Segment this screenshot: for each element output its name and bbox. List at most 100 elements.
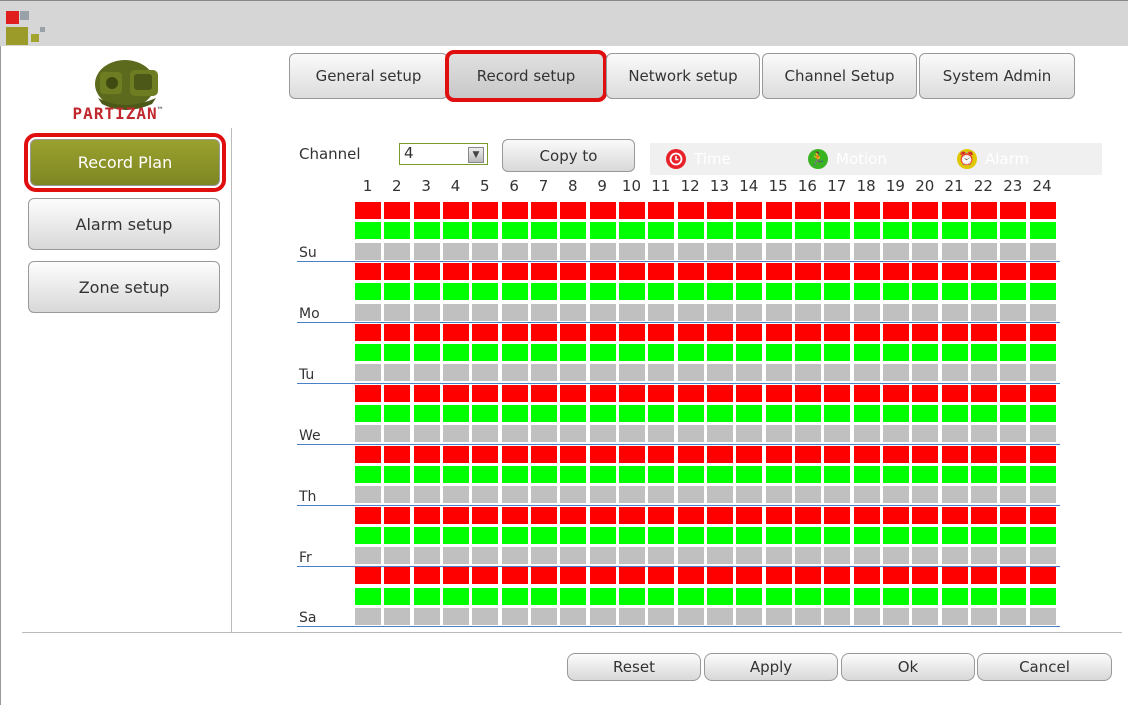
schedule-cell-time[interactable] <box>355 323 381 341</box>
schedule-cell-motion[interactable] <box>853 587 880 605</box>
schedule-cell-time[interactable] <box>589 202 616 219</box>
schedule-cell-time[interactable] <box>824 323 851 341</box>
schedule-cell-motion[interactable] <box>882 405 909 422</box>
schedule-cell-alarm[interactable] <box>794 608 821 625</box>
schedule-cell-alarm[interactable] <box>618 364 645 382</box>
schedule-cell-motion[interactable] <box>794 283 821 301</box>
schedule-cell-alarm[interactable] <box>413 547 440 565</box>
schedule-cell-alarm[interactable] <box>472 547 499 565</box>
schedule-cell-time[interactable] <box>794 384 821 402</box>
schedule-cell-motion[interactable] <box>589 283 616 301</box>
schedule-cell-motion[interactable] <box>355 587 381 605</box>
schedule-cell-motion[interactable] <box>384 465 411 483</box>
schedule-cell-time[interactable] <box>765 202 792 219</box>
schedule-cell-time[interactable] <box>472 323 499 341</box>
schedule-cell-alarm[interactable] <box>882 242 909 260</box>
channel-select[interactable]: 4 ▼ <box>399 143 488 165</box>
schedule-cell-time[interactable] <box>384 323 411 341</box>
schedule-cell-motion[interactable] <box>1029 526 1056 544</box>
schedule-cell-motion[interactable] <box>794 405 821 422</box>
schedule-cell-time[interactable] <box>1029 567 1056 585</box>
schedule-cell-time[interactable] <box>1000 202 1027 219</box>
schedule-cell-time[interactable] <box>442 384 469 402</box>
schedule-cell-motion[interactable] <box>648 526 675 544</box>
schedule-cell-time[interactable] <box>648 445 675 463</box>
schedule-cell-alarm[interactable] <box>560 425 587 443</box>
schedule-cell-motion[interactable] <box>882 587 909 605</box>
schedule-cell-time[interactable] <box>794 567 821 585</box>
schedule-cell-motion[interactable] <box>560 222 587 240</box>
schedule-cell-time[interactable] <box>413 323 440 341</box>
schedule-cell-alarm[interactable] <box>384 364 411 382</box>
schedule-cell-time[interactable] <box>648 202 675 219</box>
schedule-cell-motion[interactable] <box>648 465 675 483</box>
schedule-cell-time[interactable] <box>882 567 909 585</box>
schedule-cell-motion[interactable] <box>413 344 440 362</box>
schedule-cell-motion[interactable] <box>1000 283 1027 301</box>
schedule-cell-alarm[interactable] <box>970 608 997 625</box>
schedule-cell-alarm[interactable] <box>618 425 645 443</box>
schedule-cell-alarm[interactable] <box>912 242 939 260</box>
schedule-cell-time[interactable] <box>501 202 528 219</box>
tab-channel-setup[interactable]: Channel Setup <box>762 53 917 99</box>
schedule-cell-time[interactable] <box>706 506 733 524</box>
schedule-cell-alarm[interactable] <box>765 242 792 260</box>
schedule-cell-motion[interactable] <box>882 465 909 483</box>
schedule-cell-time[interactable] <box>413 567 440 585</box>
ok-button[interactable]: Ok <box>841 653 975 681</box>
schedule-cell-alarm[interactable] <box>912 608 939 625</box>
schedule-cell-alarm[interactable] <box>1000 486 1027 504</box>
schedule-cell-time[interactable] <box>1000 506 1027 524</box>
schedule-cell-time[interactable] <box>560 567 587 585</box>
schedule-cell-time[interactable] <box>706 445 733 463</box>
schedule-cell-time[interactable] <box>1029 202 1056 219</box>
schedule-cell-time[interactable] <box>589 567 616 585</box>
schedule-cell-time[interactable] <box>765 445 792 463</box>
schedule-cell-time[interactable] <box>472 262 499 280</box>
schedule-cell-motion[interactable] <box>1000 405 1027 422</box>
schedule-cell-motion[interactable] <box>941 344 968 362</box>
schedule-cell-alarm[interactable] <box>677 364 704 382</box>
schedule-cell-alarm[interactable] <box>618 303 645 321</box>
schedule-cell-alarm[interactable] <box>824 425 851 443</box>
schedule-cell-time[interactable] <box>677 445 704 463</box>
schedule-cell-motion[interactable] <box>853 405 880 422</box>
schedule-cell-motion[interactable] <box>853 526 880 544</box>
schedule-cell-time[interactable] <box>355 445 381 463</box>
schedule-cell-motion[interactable] <box>941 405 968 422</box>
schedule-cell-motion[interactable] <box>912 283 939 301</box>
schedule-cell-alarm[interactable] <box>530 425 557 443</box>
schedule-cell-alarm[interactable] <box>941 486 968 504</box>
schedule-cell-alarm[interactable] <box>912 486 939 504</box>
schedule-cell-time[interactable] <box>1029 323 1056 341</box>
schedule-cell-alarm[interactable] <box>618 486 645 504</box>
schedule-cell-motion[interactable] <box>355 344 381 362</box>
schedule-cell-alarm[interactable] <box>970 425 997 443</box>
schedule-cell-alarm[interactable] <box>736 303 763 321</box>
schedule-cell-time[interactable] <box>882 445 909 463</box>
schedule-cell-time[interactable] <box>501 262 528 280</box>
schedule-cell-motion[interactable] <box>413 405 440 422</box>
schedule-cell-time[interactable] <box>706 567 733 585</box>
schedule-cell-time[interactable] <box>560 506 587 524</box>
schedule-cell-alarm[interactable] <box>1029 303 1056 321</box>
schedule-cell-alarm[interactable] <box>472 486 499 504</box>
schedule-cell-time[interactable] <box>530 323 557 341</box>
schedule-cell-alarm[interactable] <box>912 547 939 565</box>
schedule-cell-alarm[interactable] <box>355 608 381 625</box>
schedule-cell-motion[interactable] <box>824 283 851 301</box>
schedule-cell-time[interactable] <box>355 506 381 524</box>
schedule-cell-motion[interactable] <box>472 283 499 301</box>
schedule-cell-motion[interactable] <box>853 222 880 240</box>
schedule-cell-time[interactable] <box>1029 445 1056 463</box>
schedule-cell-alarm[interactable] <box>589 547 616 565</box>
schedule-cell-alarm[interactable] <box>560 364 587 382</box>
schedule-cell-motion[interactable] <box>912 526 939 544</box>
schedule-cell-time[interactable] <box>941 202 968 219</box>
schedule-cell-alarm[interactable] <box>677 547 704 565</box>
schedule-cell-alarm[interactable] <box>765 425 792 443</box>
schedule-cell-motion[interactable] <box>677 465 704 483</box>
schedule-cell-time[interactable] <box>589 384 616 402</box>
schedule-cell-motion[interactable] <box>970 405 997 422</box>
schedule-cell-alarm[interactable] <box>442 547 469 565</box>
